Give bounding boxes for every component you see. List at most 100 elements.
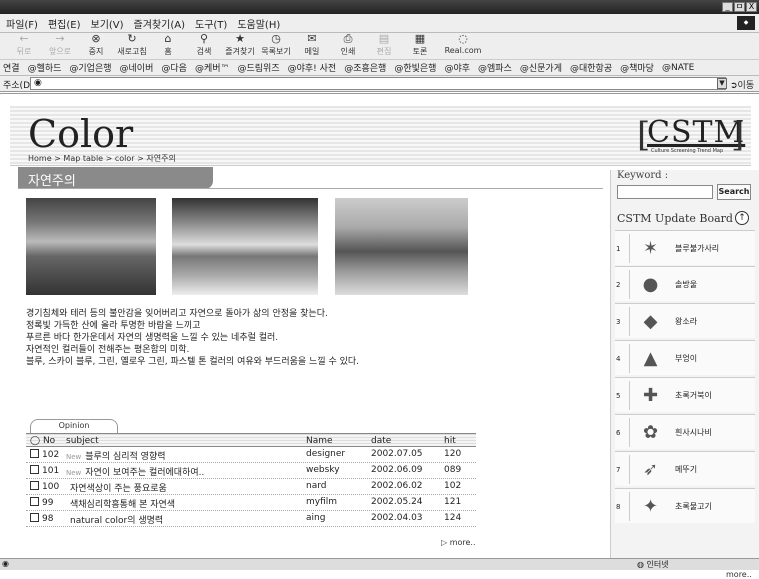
link-item[interactable]: @책마당 xyxy=(620,61,654,74)
menu-help[interactable]: 도움말(H) xyxy=(237,16,280,31)
row-checkbox[interactable] xyxy=(30,465,39,474)
new-badge: New xyxy=(66,453,82,461)
keyword-input[interactable] xyxy=(617,185,713,199)
menu-favorites[interactable]: 즐겨찾기(A) xyxy=(134,16,185,31)
go-button[interactable]: ➲이동 xyxy=(730,78,754,91)
update-item[interactable]: 1 ✶ 블루불가사리 xyxy=(615,230,755,265)
link-item[interactable]: @드림위즈 xyxy=(238,61,280,74)
link-item[interactable]: @케버™ xyxy=(195,61,230,74)
row-hit: 089 xyxy=(444,465,462,475)
row-name: myfilm xyxy=(306,497,338,507)
discuss-button[interactable]: ▦ 토론 xyxy=(402,33,438,57)
site-logo[interactable]: Color xyxy=(28,112,133,156)
link-item[interactable]: @신문가게 xyxy=(520,61,562,74)
row-checkbox[interactable] xyxy=(30,513,39,522)
history-button[interactable]: ◷ 목록보기 xyxy=(258,33,294,57)
row-name: aing xyxy=(306,513,326,523)
link-item[interactable]: @야후 xyxy=(444,61,470,74)
back-icon: ← xyxy=(19,32,29,45)
forward-button[interactable]: → 앞으로 xyxy=(42,33,78,57)
update-item[interactable]: 5 ✚ 초록거북이 xyxy=(615,377,755,412)
section-title: 자연주의 xyxy=(18,167,213,189)
update-item[interactable]: 2 ● 솔방울 xyxy=(615,266,755,301)
favorites-button[interactable]: ★ 즐겨찾기 xyxy=(222,33,258,57)
link-item[interactable]: @엠파스 xyxy=(478,61,512,74)
stop-button[interactable]: ⊗ 중지 xyxy=(78,33,114,57)
row-name: websky xyxy=(306,465,340,475)
update-item-label: 초록물고기 xyxy=(675,502,712,511)
history-icon: ◷ xyxy=(271,32,281,45)
right-bracket: ] xyxy=(731,115,745,155)
link-item[interactable]: @조흥은행 xyxy=(344,61,386,74)
link-item[interactable]: @다음 xyxy=(161,61,187,74)
link-item[interactable]: @야후! 사전 xyxy=(288,61,337,74)
row-subject-link[interactable]: 자연색상이 주는 풍요로움 xyxy=(70,484,167,494)
update-item[interactable]: 8 ✦ 초록물고기 xyxy=(615,488,755,523)
address-input[interactable]: ◉ xyxy=(30,77,726,90)
update-board-title: CSTM Update Board xyxy=(617,212,733,225)
row-no: 100 xyxy=(42,482,60,492)
link-item[interactable]: @NATE xyxy=(662,63,694,73)
more-link[interactable]: ▷ more.. xyxy=(441,538,476,547)
arrow-up-icon[interactable]: ↑ xyxy=(735,211,749,225)
update-item[interactable]: 3 ◆ 왕소라 xyxy=(615,303,755,338)
menu-edit[interactable]: 편집(E) xyxy=(48,16,81,31)
row-hit: 120 xyxy=(444,449,462,459)
address-dropdown-button[interactable]: ▼ xyxy=(717,78,727,89)
link-item[interactable]: @기업은행 xyxy=(69,61,111,74)
description-line: 블루, 스카이 블루, 그린, 옐로우 그린, 파스텔 톤 컬러의 여유와 부드… xyxy=(26,357,360,367)
minimize-button[interactable]: _ xyxy=(722,2,733,12)
turtle-icon: ✚ xyxy=(629,381,671,410)
refresh-button[interactable]: ↻ 새로고침 xyxy=(114,33,150,57)
discuss-icon: ▦ xyxy=(414,32,426,45)
table-row[interactable]: 101 New 자연이 보여주는 컬러에대하여.. websky 2002.06.… xyxy=(26,463,476,479)
opinion-tab[interactable]: Opinion xyxy=(30,419,118,433)
cstm-logo[interactable]: [ CSTM Culture Screening Trend Map ] xyxy=(637,114,745,156)
row-subject-link[interactable]: natural color의 생명력 xyxy=(70,516,163,526)
fish-icon: ✦ xyxy=(629,492,671,521)
waterfall-photo xyxy=(26,198,156,295)
mail-button[interactable]: ✉ 메일 xyxy=(294,33,330,57)
print-button[interactable]: ⎙ 인쇄 xyxy=(330,33,366,57)
link-item[interactable]: @네이버 xyxy=(120,61,154,74)
search-submit-button[interactable]: Search xyxy=(717,184,751,200)
link-item[interactable]: @한빛은행 xyxy=(394,61,436,74)
links-bar: 연결 @헬하드 @기업은행 @네이버 @다음 @케버™ @드림위즈 @야후! 사… xyxy=(0,60,759,76)
row-checkbox[interactable] xyxy=(30,497,39,506)
back-button[interactable]: ← 뒤로 xyxy=(6,33,42,57)
column-subject: subject xyxy=(66,436,99,446)
close-button[interactable]: X xyxy=(746,2,757,12)
search-button[interactable]: ⚲ 검색 xyxy=(186,33,222,57)
menu-view[interactable]: 보기(V) xyxy=(91,16,124,31)
row-subject-link[interactable]: 블루의 심리적 영향력 xyxy=(85,452,165,462)
stop-icon: ⊗ xyxy=(91,32,101,45)
table-row[interactable]: 100 자연색상이 주는 풍요로움 nard 2002.06.02 102 xyxy=(26,479,476,495)
update-item[interactable]: 6 ✿ 흰사시나비 xyxy=(615,414,755,449)
row-subject-link[interactable]: 색채심리학흥통해 본 자연색 xyxy=(70,500,175,510)
link-item[interactable]: @대한항공 xyxy=(570,61,612,74)
row-checkbox[interactable] xyxy=(30,481,39,490)
row-no: 101 xyxy=(42,466,60,476)
realcom-button[interactable]: ◌ Real.com xyxy=(438,33,488,56)
edit-button[interactable]: ▤ 편집 xyxy=(366,33,402,57)
row-name: designer xyxy=(306,449,346,459)
table-row[interactable]: 102 New 블루의 심리적 영향력 designer 2002.07.05 1… xyxy=(26,447,476,463)
home-button[interactable]: ⌂ 홈 xyxy=(150,33,186,57)
row-hit: 121 xyxy=(444,497,462,507)
description-line: 자연적인 컬러들이 전해주는 평온함의 미학. xyxy=(26,345,190,355)
update-item[interactable]: 7 ➶ 메뚜기 xyxy=(615,451,755,486)
row-checkbox[interactable] xyxy=(30,449,39,458)
maximize-button[interactable]: ㅁ xyxy=(734,2,745,12)
table-row[interactable]: 98 natural color의 생명력 aing 2002.04.03 12… xyxy=(26,511,476,527)
starfish-icon: ✶ xyxy=(629,234,671,263)
menu-tools[interactable]: 도구(T) xyxy=(195,16,227,31)
link-item[interactable]: @헬하드 xyxy=(28,61,62,74)
right-sidebar: Keyword : Search CSTM Update Board ↑ 1 ✶ 블… xyxy=(610,170,759,579)
menu-file[interactable]: 파일(F) xyxy=(6,16,38,31)
menu-bar: 파일(F) 편집(E) 보기(V) 즐겨찾기(A) 도구(T) 도움말(H) ◆ xyxy=(0,14,759,33)
table-row[interactable]: 99 색채심리학흥통해 본 자연색 myfilm 2002.05.24 121 xyxy=(26,495,476,511)
column-name: Name xyxy=(306,436,333,446)
update-item[interactable]: 4 ▲ 부엉이 xyxy=(615,340,755,375)
row-subject-link[interactable]: 자연이 보여주는 컬러에대하여.. xyxy=(85,468,204,478)
title-bar: _ ㅁ X xyxy=(0,0,759,14)
